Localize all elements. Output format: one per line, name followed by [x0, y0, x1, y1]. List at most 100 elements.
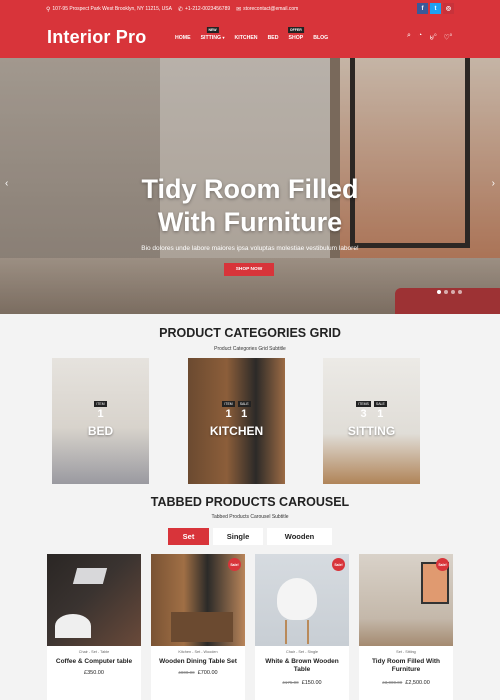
- category-badges: ITEMS 3 SALE 1: [323, 401, 420, 420]
- categories-subtitle: Product Categories Grid Subtitle: [214, 346, 286, 352]
- item-count-badge: ITEMS 3: [356, 401, 371, 420]
- sale-count-badge: SALE 1: [373, 401, 387, 420]
- site-header: Interior Pro HOME NEW SITTING ▾ KITCHEN B…: [0, 18, 500, 58]
- tab-wooden[interactable]: Wooden: [267, 528, 332, 545]
- nav-label[interactable]: SITTING: [201, 35, 221, 41]
- category-badges: ITEM 1 SALE 1: [188, 401, 285, 420]
- old-price: £175.00: [282, 680, 299, 685]
- product-categories[interactable]: Set - Sitting: [359, 650, 453, 654]
- instagram-icon[interactable]: ◎: [443, 3, 454, 14]
- user-icon[interactable]: ◔: [418, 32, 422, 41]
- twitter-icon[interactable]: t: [430, 3, 441, 14]
- facebook-icon[interactable]: f: [417, 3, 428, 14]
- product-price-row: £3,000.00 £2,500.00: [359, 680, 453, 686]
- product-categories[interactable]: Chair - Set - Single: [255, 650, 349, 654]
- nav-label[interactable]: HOME: [175, 35, 191, 41]
- carousel-subtitle: Tabbed Products Carousel Subtitle: [211, 514, 289, 520]
- category-badges: ITEM 1: [52, 401, 149, 420]
- main-nav: HOME NEW SITTING ▾ KITCHEN BED OFFER SHOP …: [175, 27, 328, 41]
- search-icon[interactable]: ⌕: [407, 32, 411, 41]
- badge-count: 1: [97, 408, 104, 420]
- nav-item-home[interactable]: HOME: [175, 35, 191, 41]
- category-card-kitchen[interactable]: ITEM 1 SALE 1 KITCHEN: [188, 358, 285, 484]
- email-info[interactable]: ✉ storecontact@email.com: [236, 6, 298, 13]
- badge-count: 1: [377, 408, 384, 420]
- chevron-down-icon: ▾: [222, 35, 225, 40]
- product-name[interactable]: Wooden Dining Table Set: [151, 658, 245, 666]
- nav-label[interactable]: KITCHEN: [235, 35, 258, 41]
- sale-badge: Sale!: [436, 558, 449, 571]
- category-card-sitting[interactable]: ITEMS 3 SALE 1 SITTING: [323, 358, 420, 484]
- slider-dot[interactable]: [451, 290, 455, 294]
- product-categories[interactable]: Kitchen - Set - Wooden: [151, 650, 245, 654]
- product-name[interactable]: Tidy Room Filled With Furniture: [359, 658, 453, 674]
- phone-info[interactable]: ✆ +1-212-0023456789: [178, 6, 230, 13]
- current-price: £150.00: [301, 680, 322, 686]
- phone-icon: ✆: [177, 6, 183, 13]
- nav-item-sitting[interactable]: NEW SITTING ▾: [201, 27, 225, 41]
- nav-label[interactable]: SHOP: [289, 35, 304, 41]
- hero-slider: ‹ › Tidy Room Filled With Furniture Bio d…: [0, 58, 500, 314]
- category-image: [188, 358, 285, 484]
- product-price-row: £350.00: [47, 670, 141, 676]
- wishlist-count: 0: [449, 32, 452, 37]
- site-logo[interactable]: Interior Pro: [47, 27, 146, 48]
- laptop-shape: [72, 568, 108, 584]
- category-image: [323, 358, 420, 484]
- categories-title: PRODUCT CATEGORIES GRID: [159, 326, 341, 340]
- new-badge: NEW: [206, 27, 219, 33]
- top-info-bar: ⚲ 107-95 Prospect Park West Brooklyn, NY …: [0, 0, 500, 18]
- product-card[interactable]: Chair - Set - Table Coffee & Computer ta…: [47, 554, 141, 700]
- nav-label[interactable]: BLOG: [313, 35, 328, 41]
- badge-count: 1: [225, 408, 232, 420]
- sale-badge: Sale!: [332, 558, 345, 571]
- nav-item-bed[interactable]: BED: [268, 35, 279, 41]
- item-count-badge: ITEM 1: [94, 401, 107, 420]
- cart-icon[interactable]: ⊍0: [429, 32, 436, 41]
- carousel-title: TABBED PRODUCTS CAROUSEL: [150, 495, 350, 509]
- badge-label: ITEM: [222, 401, 235, 407]
- slider-dot[interactable]: [444, 290, 448, 294]
- email-text[interactable]: storecontact@email.com: [243, 6, 298, 12]
- nav-item-shop[interactable]: OFFER SHOP: [287, 27, 304, 41]
- slider-dot[interactable]: [437, 290, 441, 294]
- product-image[interactable]: [47, 554, 141, 646]
- badge-label: ITEM: [94, 401, 107, 407]
- current-price: £700.00: [197, 670, 218, 676]
- tab-set[interactable]: Set: [168, 528, 209, 545]
- product-card[interactable]: Sale! Set - Sitting Tidy Room Filled Wit…: [359, 554, 453, 700]
- tab-single[interactable]: Single: [213, 528, 263, 545]
- product-card[interactable]: Sale! Kitchen - Set - Wooden Wooden Dini…: [151, 554, 245, 700]
- island-shape: [171, 612, 233, 642]
- slider-dot[interactable]: [458, 290, 462, 294]
- product-name[interactable]: Coffee & Computer table: [47, 658, 141, 666]
- hero-title: Tidy Room Filled With Furniture: [0, 173, 500, 239]
- product-name[interactable]: White & Brown Wooden Table: [255, 658, 349, 674]
- category-card-bed[interactable]: ITEM 1 BED: [52, 358, 149, 484]
- hero-subtitle: Bio dolores unde labore maiores ipsa vol…: [141, 245, 359, 252]
- phone-text[interactable]: +1-212-0023456789: [185, 6, 230, 12]
- location-icon: ⚲: [46, 6, 51, 13]
- product-tabs: Set Single Wooden: [168, 528, 332, 545]
- category-name: KITCHEN: [209, 424, 264, 438]
- nav-item-kitchen[interactable]: KITCHEN: [235, 35, 258, 41]
- category-name: SITTING: [347, 424, 396, 438]
- offer-badge: OFFER: [287, 27, 304, 33]
- sale-badge: Sale!: [228, 558, 241, 571]
- chair-shape: [277, 578, 317, 620]
- shop-now-button[interactable]: SHOP NOW: [224, 263, 274, 276]
- product-card[interactable]: Sale! Chair - Set - Single White & Brown…: [255, 554, 349, 700]
- hero-title-line2: With Furniture: [157, 207, 343, 237]
- badge-count: 1: [241, 408, 248, 420]
- sale-count-badge: SALE 1: [237, 401, 251, 420]
- nav-item-blog[interactable]: BLOG: [313, 35, 328, 41]
- old-price: £800.00: [178, 670, 195, 675]
- nav-label[interactable]: BED: [268, 35, 279, 41]
- badge-label: SALE: [373, 401, 387, 407]
- old-price: £3,000.00: [382, 680, 403, 685]
- badge-label: SALE: [237, 401, 251, 407]
- product-price-row: £175.00 £150.00: [255, 680, 349, 686]
- product-price-row: £800.00 £700.00: [151, 670, 245, 676]
- wishlist-icon[interactable]: ♡0: [443, 32, 452, 41]
- product-categories[interactable]: Chair - Set - Table: [47, 650, 141, 654]
